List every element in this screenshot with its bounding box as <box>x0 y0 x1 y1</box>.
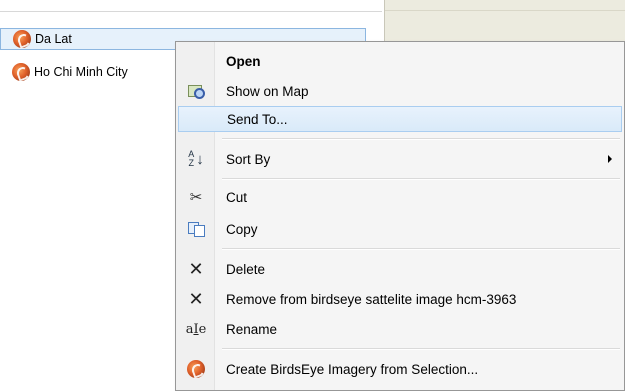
menu-separator <box>222 178 620 180</box>
menu-item-label: Open <box>226 53 261 69</box>
list-item-label: Da Lat <box>35 32 72 46</box>
x-icon: ✕ <box>188 259 204 279</box>
copy-icon <box>188 222 205 237</box>
menu-item-show-on-map[interactable]: Show on Map <box>178 78 622 104</box>
menu-item-label: Show on Map <box>226 83 309 99</box>
map-panel-divider <box>385 10 625 11</box>
rename-icon: aIe <box>185 321 207 337</box>
birdseye-logo-icon <box>187 360 205 378</box>
birdseye-logo-icon <box>12 63 30 81</box>
menu-item-delete[interactable]: ✕ Delete <box>178 256 622 282</box>
menu-item-label: Sort By <box>226 151 271 167</box>
menu-item-cut[interactable]: ✂ Cut <box>178 184 622 210</box>
menu-separator <box>222 348 620 350</box>
menu-item-label: Copy <box>226 221 258 237</box>
menu-item-rename[interactable]: aIe Rename <box>178 316 622 342</box>
menu-item-label: Create BirdsEye Imagery from Selection..… <box>226 361 479 377</box>
menu-item-copy[interactable]: Copy <box>178 216 622 242</box>
menu-item-label: Rename <box>226 321 278 337</box>
menu-item-open[interactable]: Open <box>178 48 622 74</box>
menu-item-remove-from-layer[interactable]: ✕ Remove from birdseye sattelite image h… <box>178 286 622 312</box>
menu-item-label: Delete <box>226 261 266 277</box>
map-magnifier-icon <box>188 84 205 99</box>
menu-item-label: Cut <box>226 189 248 205</box>
menu-item-label: Remove from birdseye sattelite image hcm… <box>226 291 517 307</box>
birdseye-logo-icon <box>13 30 31 48</box>
scissors-icon: ✂ <box>189 189 203 206</box>
menu-item-label: Send To... <box>227 111 288 127</box>
submenu-arrow-icon <box>608 155 612 163</box>
context-menu: Open Show on Map Send To... A Z ↓ Sort By … <box>175 41 625 391</box>
list-item-ho-chi-minh-city[interactable]: Ho Chi Minh City <box>12 61 134 83</box>
menu-separator <box>222 138 620 140</box>
menu-item-send-to[interactable]: Send To... <box>178 106 622 132</box>
menu-item-create-birdseye-imagery[interactable]: Create BirdsEye Imagery from Selection..… <box>178 356 622 382</box>
list-item-label: Ho Chi Minh City <box>34 65 128 79</box>
menu-separator <box>222 248 620 250</box>
sort-az-icon: A Z ↓ <box>188 149 204 168</box>
x-icon: ✕ <box>188 289 204 309</box>
menu-item-sort-by[interactable]: A Z ↓ Sort By <box>178 146 622 172</box>
